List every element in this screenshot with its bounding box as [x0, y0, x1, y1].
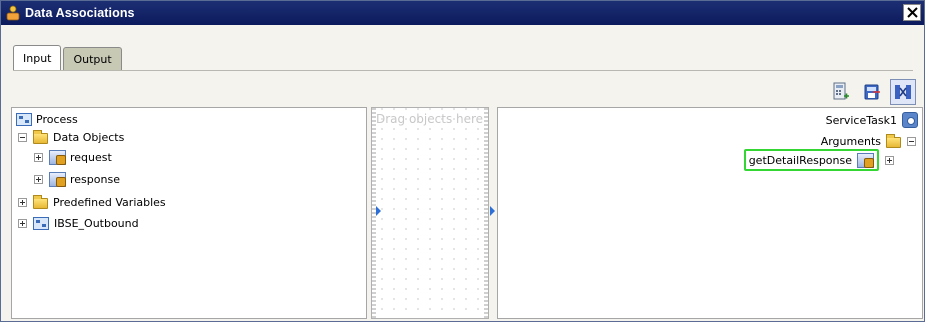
tree-label: ServiceTask1	[825, 113, 897, 127]
collapse-left-icon[interactable]	[374, 205, 382, 220]
tab-divider	[13, 70, 913, 71]
drop-placeholder: Drag objects here	[376, 112, 484, 126]
process-icon	[33, 216, 49, 230]
process-icon	[16, 112, 32, 126]
copy-to-icon	[864, 84, 880, 100]
tree-item-data-objects[interactable]: Data Objects	[18, 128, 124, 146]
expand-icon[interactable]	[34, 174, 43, 184]
close-icon	[906, 7, 918, 18]
folder-icon	[33, 194, 48, 209]
tree-label: Arguments	[820, 134, 881, 148]
expression-builder-button[interactable]	[828, 79, 854, 105]
tree-label: request	[70, 150, 112, 164]
tree-item-arguments[interactable]: Arguments	[821, 132, 916, 150]
copy-to-button[interactable]	[859, 79, 885, 105]
close-button[interactable]	[903, 4, 921, 21]
expand-icon[interactable]	[18, 197, 27, 207]
variable-icon	[49, 171, 66, 187]
expand-icon[interactable]	[34, 152, 43, 162]
tree-item-predefined-variables[interactable]: Predefined Variables	[18, 193, 166, 211]
expand-icon[interactable]	[885, 155, 894, 165]
tree-item-response[interactable]: response	[34, 170, 120, 188]
folder-icon	[33, 129, 48, 144]
mapping-view-icon	[895, 85, 911, 99]
tree-label: response	[70, 172, 120, 186]
title-bar: Data Associations	[1, 1, 924, 25]
tab-bar: Input Output	[13, 45, 122, 71]
collapse-right-icon[interactable]	[488, 205, 496, 220]
target-tree-panel[interactable]: ServiceTask1 Arguments getDetailResponse	[497, 107, 923, 319]
dialog-title: Data Associations	[25, 6, 135, 20]
tree-item-get-detail-response[interactable]: getDetailResponse	[743, 149, 894, 171]
mapping-view-button[interactable]	[890, 79, 916, 105]
source-tree-panel[interactable]: Process Data Objects request response Pr…	[11, 107, 367, 319]
tree-item-process[interactable]: Process	[16, 110, 78, 128]
tree-label: getDetailResponse	[748, 153, 852, 167]
tree-label: IBSE_Outbound	[54, 216, 139, 230]
toolbar	[828, 79, 916, 105]
collapse-icon[interactable]	[907, 136, 916, 146]
tree-item-request[interactable]: request	[34, 148, 112, 166]
tab-input[interactable]: Input	[13, 45, 62, 71]
dialog-icon	[5, 5, 21, 21]
tree-item-ibse-outbound[interactable]: IBSE_Outbound	[18, 214, 139, 232]
tree-label: Predefined Variables	[53, 195, 166, 209]
selected-argument[interactable]: getDetailResponse	[743, 149, 879, 171]
tree-label: Process	[36, 112, 78, 126]
service-task-icon	[902, 112, 918, 128]
mapping-drop-area[interactable]: Drag objects here	[371, 107, 489, 319]
expand-icon[interactable]	[18, 218, 27, 228]
folder-icon	[886, 133, 901, 148]
collapse-icon[interactable]	[18, 132, 27, 142]
data-associations-dialog: Data Associations Input Output Process D…	[0, 0, 925, 322]
tree-label: Data Objects	[53, 130, 125, 144]
tab-output[interactable]: Output	[63, 47, 122, 71]
expression-builder-icon	[833, 82, 849, 100]
variable-icon	[857, 152, 874, 168]
tree-item-service-task[interactable]: ServiceTask1	[826, 111, 918, 129]
variable-icon	[49, 149, 66, 165]
